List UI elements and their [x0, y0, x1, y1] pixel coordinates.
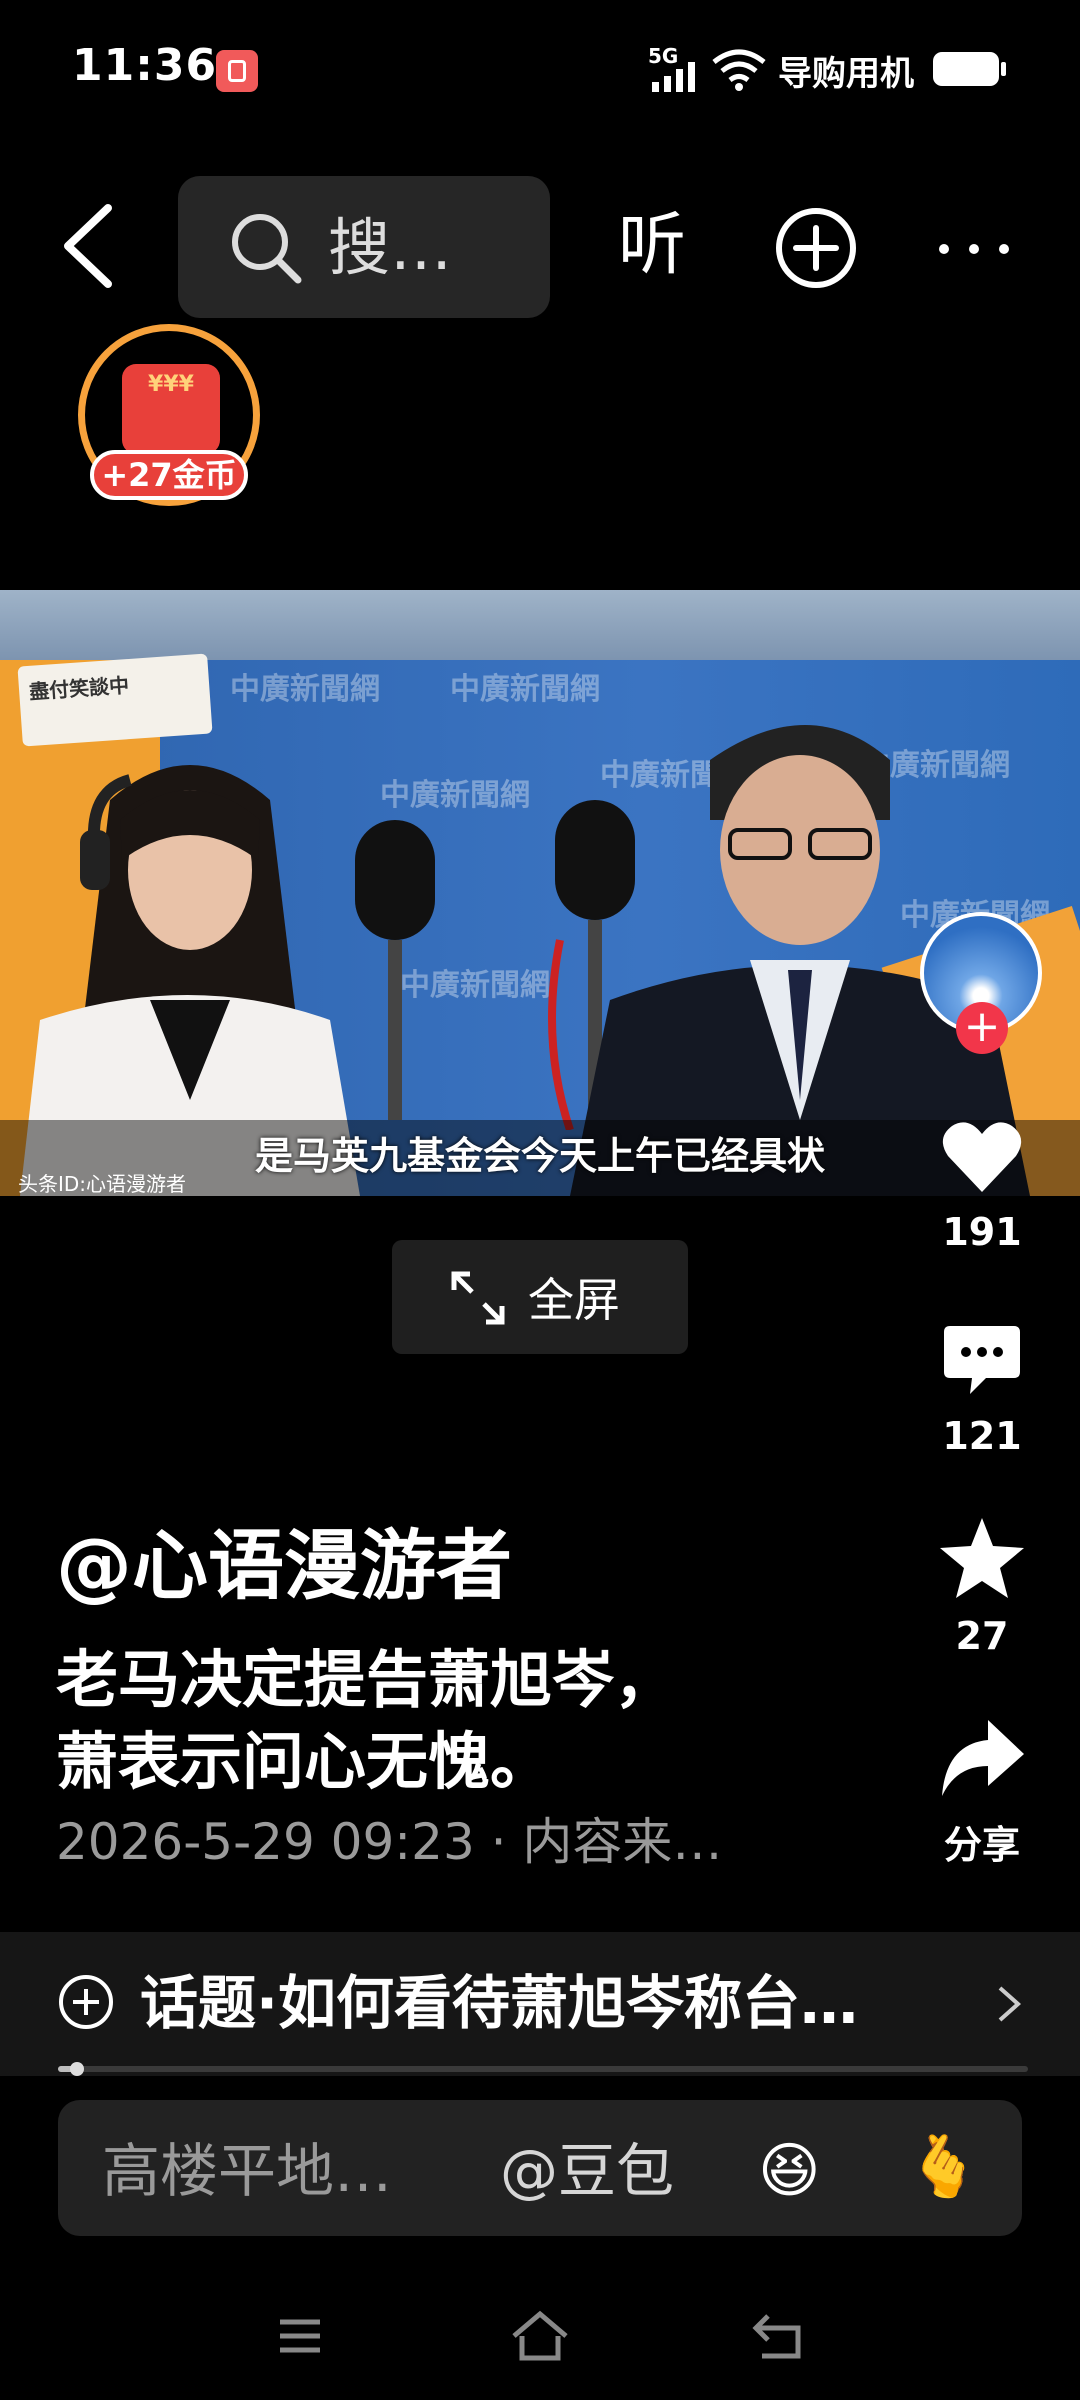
status-time: 11:36: [72, 40, 218, 91]
post-meta: 2026-5-29 09:23 · 内容来…: [56, 1813, 723, 1871]
share-label: 分享: [943, 1823, 1020, 1867]
video-player[interactable]: 中廣新聞網 中廣新聞網 中廣新聞網 中廣新聞網 中廣新聞網 中廣新聞網 中廣新聞…: [0, 590, 1080, 1196]
laugh-emoji-button[interactable]: 😆: [758, 2134, 821, 2208]
heart-icon[interactable]: [940, 1116, 1024, 1196]
listen-button[interactable]: 听: [618, 206, 686, 286]
carrier-label: 导购用机: [778, 54, 914, 94]
signal-icon: [652, 62, 695, 92]
follow-plus-button[interactable]: +: [956, 1002, 1008, 1054]
menu-icon[interactable]: [276, 2316, 324, 2356]
video-progress-bar[interactable]: [58, 2066, 1028, 2072]
mention-doubao-button[interactable]: @豆包: [500, 2134, 674, 2208]
search-input-text[interactable]: 搜…: [328, 210, 452, 286]
like-count: 191: [942, 1210, 1022, 1254]
author-username[interactable]: @心语漫游者: [56, 1518, 512, 1614]
comment-icon[interactable]: [940, 1320, 1024, 1400]
expand-icon: [451, 1271, 505, 1325]
wifi-icon: [712, 49, 766, 91]
fullscreen-label: 全屏: [528, 1273, 620, 1327]
red-envelope-icon: [122, 364, 220, 454]
video-watermark: 头条ID:心语漫游者: [18, 1172, 187, 1196]
comment-placeholder[interactable]: 高楼平地…: [102, 2134, 392, 2208]
comment-count: 121: [942, 1414, 1022, 1458]
station-logo: 中廣新聞網: [230, 672, 380, 707]
coin-reward-label: +27金币: [90, 450, 248, 500]
star-icon[interactable]: [938, 1516, 1026, 1600]
station-logo: 中廣新聞網: [380, 778, 530, 813]
favorite-count: 27: [955, 1614, 1009, 1658]
post-description-line2: 萧表示问心无愧。: [56, 1725, 553, 1798]
add-circle-icon: [59, 1975, 113, 2029]
post-description-line1: 老马决定提告萧旭岑，: [56, 1643, 677, 1716]
battery-icon: [933, 52, 1006, 86]
microphone: [355, 820, 435, 1120]
sim-card-icon: [216, 50, 258, 92]
home-icon[interactable]: [510, 2310, 570, 2362]
back-nav-icon[interactable]: [752, 2312, 808, 2360]
back-button[interactable]: [52, 196, 124, 296]
topic-label: 话题·如何看待萧旭岑称台…: [140, 1969, 859, 2037]
chevron-right-icon: [998, 1986, 1022, 2022]
search-icon: [232, 214, 302, 284]
finger-heart-emoji-button[interactable]: 🫰: [906, 2130, 981, 2204]
more-icon[interactable]: [932, 224, 1016, 274]
add-circle-icon[interactable]: [774, 206, 858, 290]
share-icon[interactable]: [938, 1716, 1026, 1800]
